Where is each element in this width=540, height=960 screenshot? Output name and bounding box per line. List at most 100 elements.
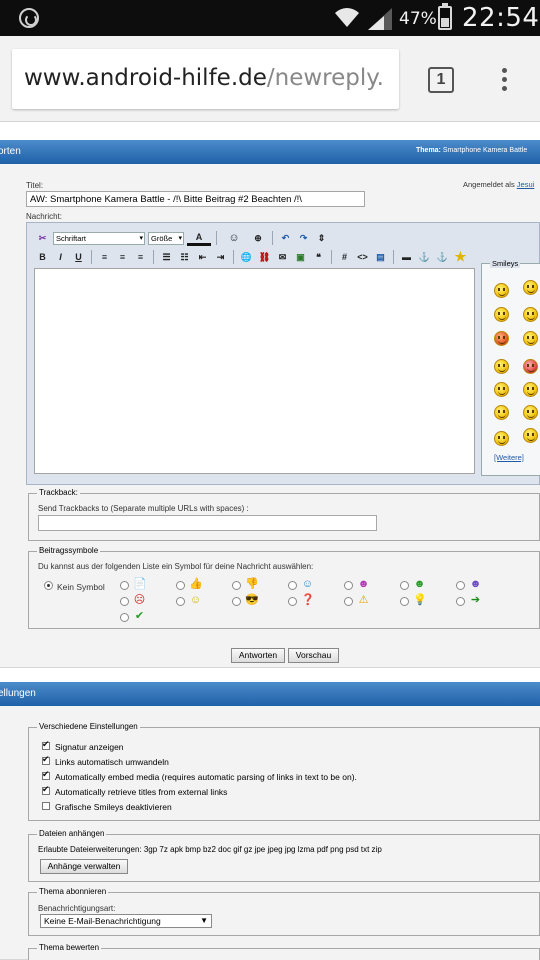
icon-radio[interactable] <box>288 597 297 606</box>
smiley-blush-icon[interactable] <box>494 431 509 446</box>
smiley-smile-icon[interactable] <box>494 359 509 374</box>
underline-button[interactable]: U <box>71 250 86 265</box>
checkmark-icon: ✔ <box>134 610 145 622</box>
icon-radio[interactable] <box>120 581 129 590</box>
align-left-icon[interactable]: ≡ <box>97 250 112 265</box>
insert-image-icon[interactable]: ▣ <box>293 250 308 265</box>
thread-link[interactable]: Thema: Smartphone Kamera Battle <box>416 147 527 154</box>
user-link[interactable]: Jesui <box>517 180 535 189</box>
smile-face-icon: ☺ <box>189 594 202 606</box>
hash-button[interactable]: # <box>337 250 352 265</box>
unordered-list-icon[interactable]: ☷ <box>177 250 192 265</box>
smiley-tongue-icon[interactable] <box>523 280 538 295</box>
quote-icon[interactable]: ❝ <box>311 250 326 265</box>
icon-radio[interactable] <box>456 581 465 590</box>
italic-button[interactable]: I <box>53 250 68 265</box>
icon-radio[interactable] <box>232 581 241 590</box>
anchor-icon[interactable]: ⚓ <box>417 250 432 265</box>
icon-radio[interactable] <box>400 597 409 606</box>
status-bar: 47% 22:54 <box>0 0 540 36</box>
thumbs-down-icon: 👎 <box>245 578 259 590</box>
smiley-laugh-icon[interactable] <box>494 405 509 420</box>
smiley-menu-icon[interactable]: ☺ <box>222 231 246 246</box>
ordered-list-icon[interactable]: ☰ <box>159 250 174 265</box>
notification-type-label: Benachrichtigungsart: <box>38 904 116 913</box>
icon-radio[interactable] <box>176 597 185 606</box>
settings-header-title: ellungen <box>0 688 36 699</box>
signature-checkbox[interactable] <box>42 739 50 750</box>
message-textarea[interactable] <box>34 268 475 474</box>
smiley-happy-icon[interactable] <box>494 382 509 397</box>
notification-type-select[interactable]: Keine E-Mail-Benachrichtigung ▼ <box>40 914 212 928</box>
horizontal-rule-icon[interactable]: ▬ <box>399 250 414 265</box>
auto-links-checkbox[interactable] <box>42 754 50 765</box>
undo-icon[interactable]: ↶ <box>278 231 293 246</box>
preview-button[interactable]: Vorschau <box>288 648 339 663</box>
unlink-icon[interactable]: ⛓ <box>257 250 272 265</box>
icon-radio[interactable] <box>120 597 129 606</box>
title-label: Titel: <box>26 181 44 190</box>
icon-radio[interactable] <box>232 597 241 606</box>
tab-switcher-button[interactable]: 1 <box>428 67 454 93</box>
smiley-love-icon[interactable] <box>494 331 509 346</box>
attachment-icon[interactable]: ⊕ <box>249 231 267 246</box>
evil-face-icon: ☻ <box>469 578 482 590</box>
cool-face-icon: 😎 <box>245 594 259 606</box>
submit-reply-button[interactable]: Antworten <box>231 648 285 663</box>
smiley-surprised-icon[interactable] <box>494 307 509 322</box>
app-notification-icon <box>19 8 39 28</box>
smiley-shy-icon[interactable] <box>523 428 538 443</box>
teeth-face-icon: ☻ <box>413 578 426 590</box>
icon-radio[interactable] <box>344 581 353 590</box>
redo-icon[interactable]: ↷ <box>296 231 311 246</box>
smiley-thumbs-up-icon[interactable] <box>523 331 538 346</box>
php-icon[interactable]: ▤ <box>373 250 388 265</box>
smiley-wink-icon[interactable] <box>523 382 538 397</box>
icon-radio[interactable] <box>344 597 353 606</box>
lightbulb-icon: 💡 <box>413 594 427 606</box>
star-icon[interactable]: ★ <box>453 249 468 265</box>
manage-attachments-button[interactable]: Anhänge verwalten <box>40 859 128 874</box>
smiley-cool-icon[interactable] <box>523 405 538 420</box>
trackback-input[interactable] <box>38 515 377 531</box>
icon-radio[interactable] <box>120 613 129 622</box>
outdent-icon[interactable]: ⇤ <box>195 250 210 265</box>
bold-button[interactable]: B <box>35 250 50 265</box>
code-button[interactable]: <> <box>355 250 370 265</box>
disable-smileys-checkbox[interactable] <box>42 802 50 810</box>
no-icon-radio[interactable] <box>44 581 53 590</box>
embed-media-checkbox[interactable] <box>42 769 50 780</box>
retrieve-titles-checkbox[interactable] <box>42 784 50 795</box>
remove-format-icon[interactable]: ✂ <box>35 231 50 246</box>
post-icons-fieldset: Beitragssymbole Du kannst aus der folgen… <box>28 546 540 629</box>
resize-icon[interactable]: ⇕ <box>314 231 329 246</box>
icon-radio[interactable] <box>456 597 465 606</box>
icon-radio[interactable] <box>400 581 409 590</box>
smiley-confused-icon[interactable] <box>494 283 509 298</box>
battery-percent: 47% <box>399 9 437 29</box>
rate-thread-legend: Thema bewerten <box>37 943 102 952</box>
more-smileys-link[interactable]: [Weitere] <box>494 453 524 462</box>
size-select[interactable]: Größe <box>148 231 184 245</box>
insert-link-icon[interactable]: 🌐 <box>239 250 254 265</box>
font-select[interactable]: Schriftart <box>53 231 145 245</box>
smiley-kiss-icon[interactable] <box>523 359 538 374</box>
font-color-button[interactable]: A <box>187 231 211 246</box>
icon-radio[interactable] <box>176 581 185 590</box>
toolbar-separator <box>91 250 92 264</box>
email-icon[interactable]: ✉ <box>275 250 290 265</box>
message-label: Nachricht: <box>26 212 63 221</box>
indent-icon[interactable]: ⇥ <box>213 250 228 265</box>
align-center-icon[interactable]: ≡ <box>115 250 130 265</box>
align-right-icon[interactable]: ≡ <box>133 250 148 265</box>
grin-face-icon: ☻ <box>357 578 370 590</box>
overflow-menu-icon[interactable] <box>502 68 508 94</box>
anchor-link-icon[interactable]: ⚓ <box>435 250 450 265</box>
subscribe-legend: Thema abonnieren <box>37 887 109 896</box>
question-icon: ❓ <box>301 594 315 606</box>
url-bar[interactable]: www.android-hilfe.de/newreply. <box>12 49 399 109</box>
url-text: www.android-hilfe.de/newreply. <box>24 65 384 91</box>
title-input[interactable]: AW: Smartphone Kamera Battle - /!\ Bitte… <box>26 191 365 207</box>
smiley-grin-icon[interactable] <box>523 307 538 322</box>
icon-radio[interactable] <box>288 581 297 590</box>
